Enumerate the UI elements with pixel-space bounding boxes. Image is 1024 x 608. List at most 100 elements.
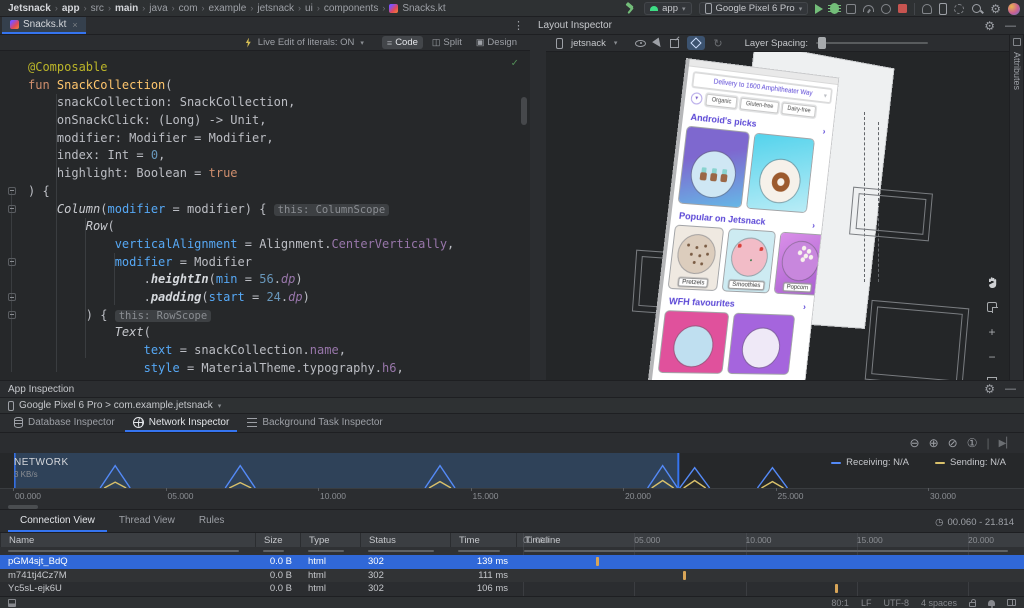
breadcrumb-item[interactable]: jetsnack — [257, 3, 294, 14]
reset-zoom-button[interactable] — [984, 299, 1000, 315]
code-line[interactable]: ) { this: RowScope — [28, 307, 516, 325]
column-header-size[interactable]: Size — [255, 533, 300, 547]
panel-settings-gear-icon[interactable]: ⚙ — [984, 20, 995, 32]
layer-spacing-slider[interactable] — [816, 42, 928, 44]
run-config-dropdown[interactable]: app ▾ — [644, 2, 691, 15]
code-line[interactable]: Row( — [28, 218, 516, 236]
breadcrumb-item[interactable]: example — [209, 3, 247, 14]
conn-tab-rules[interactable]: Rules — [187, 510, 237, 532]
breadcrumb-item[interactable]: java — [149, 3, 167, 14]
select-component-icon[interactable] — [653, 37, 665, 49]
app-quality-insights-button[interactable] — [881, 4, 891, 14]
device-screen-preview[interactable]: Delivery to 1600 Amphitheater Way ▾ ▼ Or… — [647, 58, 839, 380]
tab-background-task-inspector[interactable]: Background Task Inspector — [239, 414, 390, 432]
column-resize-bar[interactable] — [368, 550, 434, 552]
device-manager-button[interactable] — [939, 3, 947, 15]
code-line[interactable]: onSnackClick: (Long) -> Unit, — [28, 112, 516, 130]
section-more-icon[interactable]: › — [802, 302, 806, 313]
snack-card[interactable] — [728, 314, 794, 374]
code-editor[interactable]: @Composable fun SnackCollection( snackCol… — [0, 52, 530, 380]
code-line[interactable]: ) { — [28, 183, 516, 201]
conn-tab-thread-view[interactable]: Thread View — [107, 510, 187, 532]
zoom-out-button[interactable]: ⊖ — [910, 436, 920, 450]
code-line[interactable]: verticalAlignment = Alignment.CenterVert… — [28, 236, 516, 254]
code-line[interactable]: snackCollection: SnackCollection, — [28, 94, 516, 112]
close-tab-icon[interactable]: × — [72, 20, 77, 30]
filter-chip[interactable]: Gluten-free — [740, 98, 779, 114]
slider-thumb[interactable] — [818, 37, 826, 49]
zoom-in-button[interactable]: + — [984, 324, 1000, 340]
fold-marker-icon[interactable] — [8, 293, 16, 301]
reset-view-icon[interactable]: ↻ — [713, 37, 722, 50]
reset-zoom-button[interactable]: ⊘ — [948, 436, 958, 450]
breadcrumb-item[interactable]: main — [115, 3, 138, 14]
code-line[interactable]: modifier = Modifier — [28, 254, 516, 272]
sync-button[interactable] — [954, 4, 964, 14]
code-line[interactable]: Text( — [28, 324, 516, 342]
fold-marker-icon[interactable] — [8, 258, 16, 266]
jump-to-live-button[interactable]: ▶▏ — [999, 438, 1014, 449]
breadcrumb-item[interactable]: com — [179, 3, 198, 14]
notifications-bell-icon[interactable] — [988, 600, 995, 606]
editor-scrollbar[interactable] — [521, 97, 527, 125]
section-more-icon[interactable]: › — [812, 220, 816, 231]
column-resize-bar[interactable] — [308, 550, 344, 552]
profiler-button[interactable] — [863, 5, 874, 12]
settings-button[interactable]: ⚙ — [990, 3, 1001, 15]
lock-icon[interactable] — [969, 602, 976, 607]
snack-card[interactable] — [747, 134, 814, 212]
table-row[interactable]: Yc5sL-ejk6U 0.0 B html 302 106 ms — [0, 582, 1024, 596]
tool-window-toggle-icon[interactable] — [8, 599, 16, 607]
network-chart[interactable]: NETWORK 3 KB/s Receiving: N/A Sending: N/… — [0, 453, 1024, 488]
toggle-3d-mode-button[interactable] — [687, 36, 705, 50]
code-line[interactable]: .heightIn(min = 56.dp) — [28, 271, 516, 289]
pan-button[interactable] — [984, 274, 1000, 290]
view-tab-split[interactable]: ◫ Split — [427, 36, 467, 49]
breadcrumb-item[interactable]: src — [91, 3, 104, 14]
view-tab-code[interactable]: ≡ Code — [382, 36, 423, 49]
snack-card[interactable]: Pretzels — [669, 226, 724, 290]
build-hammer-icon[interactable] — [624, 2, 637, 15]
tab-network-inspector[interactable]: Network Inspector — [125, 414, 238, 432]
minimize-icon[interactable]: — — [1005, 20, 1016, 32]
fold-marker-icon[interactable] — [8, 311, 16, 319]
chevron-down-icon[interactable]: ▾ — [614, 39, 618, 47]
code-line[interactable]: highlight: Boolean = true — [28, 165, 516, 183]
fold-marker-icon[interactable] — [8, 187, 16, 195]
status-widget[interactable]: 4 spaces — [921, 598, 957, 608]
zoom-out-button[interactable]: − — [984, 349, 1000, 365]
column-header-status[interactable]: Status — [360, 533, 450, 547]
status-widget[interactable]: LF — [861, 598, 872, 608]
inspection-process-selector[interactable]: Google Pixel 6 Pro > com.example.jetsnac… — [0, 398, 1024, 414]
column-header-time[interactable]: Time — [450, 533, 516, 547]
layout-inspector-canvas[interactable]: Delivery to 1600 Amphitheater Way ▾ ▼ Or… — [546, 52, 1010, 380]
inspections-ok-icon[interactable]: ✓ — [511, 56, 518, 69]
code-line[interactable]: .padding(start = 24.dp) — [28, 289, 516, 307]
code-line[interactable]: text = snackCollection.name, — [28, 342, 516, 360]
conn-tab-connection-view[interactable]: Connection View — [8, 510, 107, 532]
code-line[interactable]: @Composable — [28, 59, 516, 77]
device-dropdown[interactable]: Google Pixel 6 Pro ▾ — [699, 2, 809, 15]
column-resize-bar[interactable] — [524, 550, 1008, 552]
inspector-process-dropdown[interactable]: jetsnack — [571, 38, 606, 49]
coverage-button[interactable] — [846, 4, 856, 14]
breadcrumb-item[interactable]: Snacks.kt — [402, 3, 445, 14]
run-button[interactable] — [815, 4, 823, 14]
reader-mode-icon[interactable] — [1007, 599, 1016, 606]
code-line[interactable]: fun SnackCollection( — [28, 77, 516, 95]
user-avatar[interactable] — [1008, 3, 1020, 15]
code-line[interactable]: style = MaterialTheme.typography.h6, — [28, 360, 516, 378]
snack-card[interactable] — [679, 127, 749, 208]
breadcrumb-item[interactable]: components — [324, 3, 378, 14]
column-resize-bar[interactable] — [263, 550, 284, 552]
stop-button[interactable] — [898, 4, 907, 13]
zoom-in-button[interactable]: ⊕ — [929, 436, 939, 450]
attributes-stripe[interactable]: Attributes — [1009, 35, 1024, 380]
code-line[interactable]: Column(modifier = modifier) { this: Colu… — [28, 201, 516, 219]
column-header-name[interactable]: Name — [0, 533, 255, 547]
zoom-to-selection-button[interactable]: ① — [967, 436, 978, 450]
view-options-eye-icon[interactable] — [635, 40, 646, 47]
export-snapshot-icon[interactable] — [670, 39, 679, 48]
live-edit-label[interactable]: Live Edit of literals: ON — [258, 37, 355, 48]
status-widget[interactable]: 80:1 — [831, 598, 849, 608]
